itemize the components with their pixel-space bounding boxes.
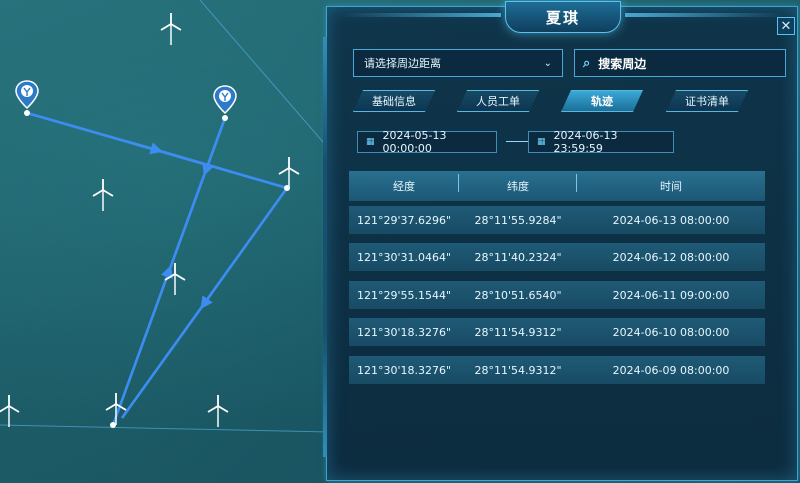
cell-time: 2024-06-12 08:00:00 bbox=[612, 250, 730, 264]
cell-latitude: 28°10'51.6540" bbox=[474, 288, 562, 302]
panel-title: 夏琪 bbox=[545, 8, 580, 27]
tab-label: 人员工单 bbox=[476, 95, 520, 108]
close-button[interactable]: ✕ bbox=[777, 17, 795, 35]
start-date-input[interactable]: ▦ 2024-05-13 00:00:00 bbox=[357, 129, 497, 155]
table-row[interactable]: 121°30'31.0464" 28°11'40.2324" 2024-06-1… bbox=[349, 243, 765, 271]
cell-time: 2024-06-11 09:00:00 bbox=[612, 288, 730, 302]
cell-longitude: 121°30'18.3276" bbox=[356, 363, 452, 377]
cell-longitude: 121°30'18.3276" bbox=[356, 325, 452, 339]
detail-panel: 夏琪 ✕ 请选择周边距离 ⌄ ⌕ 搜索周边 基础信息 人员工单 轨迹 证书清单 … bbox=[323, 1, 798, 481]
end-date-value: 2024-06-13 23:59:59 bbox=[553, 129, 618, 155]
title-rail-right bbox=[625, 13, 785, 17]
column-header-longitude: 经度 bbox=[349, 174, 459, 194]
wind-turbine-icon bbox=[278, 157, 300, 189]
wind-turbine-icon bbox=[92, 179, 114, 211]
tab-track[interactable]: 轨迹 bbox=[561, 90, 643, 112]
search-button[interactable]: ⌕ 搜索周边 bbox=[574, 49, 786, 77]
tab-certificates[interactable]: 证书清单 bbox=[666, 90, 748, 112]
cell-time: 2024-06-13 08:00:00 bbox=[612, 213, 730, 227]
track-point[interactable] bbox=[24, 110, 30, 116]
end-date-input[interactable]: ▦ 2024-06-13 23:59:59 bbox=[528, 129, 674, 155]
tab-basic-info[interactable]: 基础信息 bbox=[353, 90, 435, 112]
close-icon: ✕ bbox=[780, 18, 792, 34]
boundary-line bbox=[0, 424, 331, 433]
column-header-latitude: 纬度 bbox=[459, 174, 577, 194]
calendar-icon: ▦ bbox=[366, 137, 375, 147]
wind-turbine-icon bbox=[164, 263, 186, 295]
tab-label: 基础信息 bbox=[372, 95, 416, 108]
distance-select[interactable]: 请选择周边距离 ⌄ bbox=[353, 49, 563, 77]
cell-time: 2024-06-09 08:00:00 bbox=[612, 363, 730, 377]
cell-latitude: 28°11'54.9312" bbox=[474, 325, 562, 339]
track-point[interactable] bbox=[222, 115, 228, 121]
wind-turbine-icon bbox=[0, 395, 20, 427]
track-path bbox=[26, 111, 289, 426]
cell-latitude: 28°11'55.9284" bbox=[474, 213, 562, 227]
chevron-down-icon: ⌄ bbox=[543, 57, 552, 69]
search-icon: ⌕ bbox=[583, 55, 591, 71]
table-row[interactable]: 121°30'18.3276" 28°11'54.9312" 2024-06-0… bbox=[349, 356, 765, 384]
column-header-time: 时间 bbox=[660, 180, 682, 193]
tab-label: 轨迹 bbox=[591, 95, 613, 108]
tab-staff-orders[interactable]: 人员工单 bbox=[457, 90, 539, 112]
cell-longitude: 121°30'31.0464" bbox=[356, 250, 452, 264]
wind-turbine-icon bbox=[160, 13, 182, 45]
table-row[interactable]: 121°29'55.1544" 28°10'51.6540" 2024-06-1… bbox=[349, 281, 765, 309]
wind-turbine-icon bbox=[105, 393, 127, 425]
location-pin-icon[interactable] bbox=[14, 80, 40, 110]
cell-time: 2024-06-10 08:00:00 bbox=[612, 325, 730, 339]
table-header: 经度 纬度 时间 bbox=[349, 171, 765, 201]
distance-select-placeholder: 请选择周边距离 bbox=[364, 57, 441, 70]
cell-latitude: 28°11'54.9312" bbox=[474, 363, 562, 377]
tab-label: 证书清单 bbox=[685, 95, 729, 108]
table-row[interactable]: 121°29'37.6296" 28°11'55.9284" 2024-06-1… bbox=[349, 206, 765, 234]
search-label: 搜索周边 bbox=[598, 56, 647, 71]
panel-header: 夏琪 bbox=[505, 1, 621, 33]
title-rail-left bbox=[341, 13, 501, 17]
boundary-line bbox=[199, 0, 331, 151]
cell-longitude: 121°29'37.6296" bbox=[356, 213, 452, 227]
location-pin-icon[interactable] bbox=[212, 85, 238, 115]
calendar-icon: ▦ bbox=[537, 137, 546, 147]
start-date-value: 2024-05-13 00:00:00 bbox=[382, 129, 447, 155]
cell-longitude: 121°29'55.1544" bbox=[356, 288, 452, 302]
wind-turbine-icon bbox=[207, 395, 229, 427]
cell-latitude: 28°11'40.2324" bbox=[474, 250, 562, 264]
table-row[interactable]: 121°30'18.3276" 28°11'54.9312" 2024-06-1… bbox=[349, 318, 765, 346]
date-range-separator bbox=[506, 141, 528, 142]
